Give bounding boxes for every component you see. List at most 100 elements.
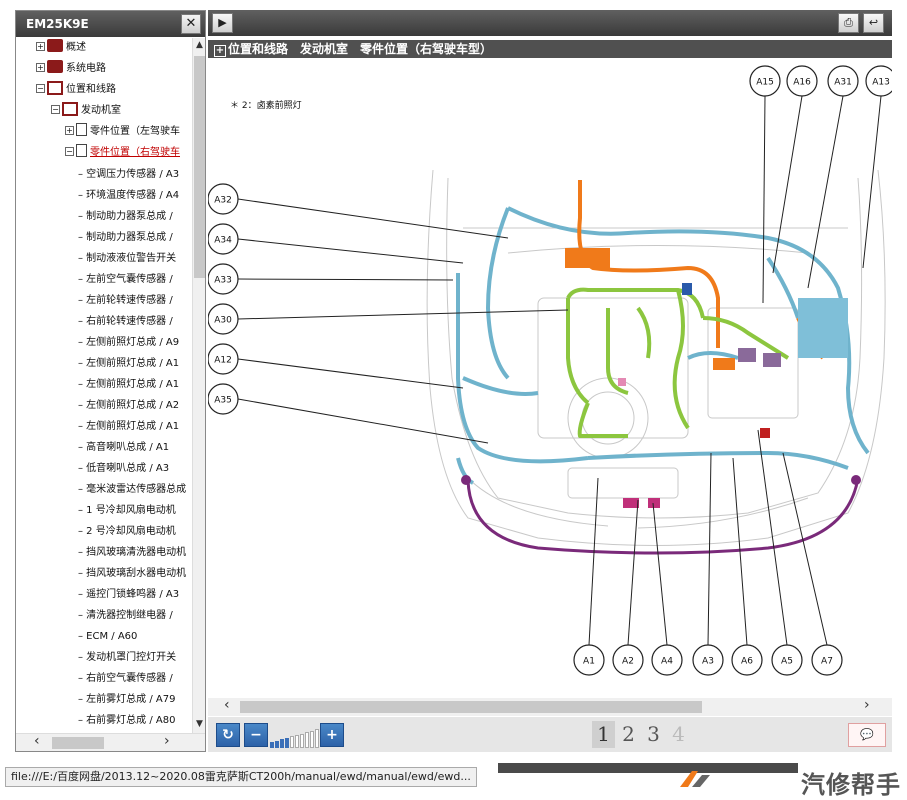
zoom-level-step[interactable]	[290, 736, 294, 748]
back-button[interactable]: ↩	[863, 13, 884, 33]
zoom-in-button[interactable]: +	[320, 723, 344, 747]
zoom-level-step[interactable]	[295, 735, 299, 748]
tree-leaf-item[interactable]: – 1 号冷却风扇电动机	[78, 500, 176, 521]
tree-leaf-item[interactable]: – 左前空气囊传感器 /	[78, 269, 173, 290]
tree-vertical-scrollbar[interactable]: ▲ ▼	[192, 38, 205, 735]
scroll-right-icon[interactable]: ›	[164, 733, 170, 749]
zoom-level-step[interactable]	[285, 737, 289, 748]
callout-label: A16	[793, 78, 811, 88]
zoom-out-button[interactable]: −	[244, 723, 268, 747]
page-button[interactable]: 1	[592, 721, 615, 748]
scroll-right-icon[interactable]: ›	[864, 697, 870, 713]
tree-leaf-item[interactable]: – 左前雾灯总成 / A79	[78, 689, 175, 710]
expand-icon[interactable]: +	[36, 63, 45, 72]
tree-leaf-item[interactable]: – 空调压力传感器 / A3	[78, 164, 179, 185]
status-url: file:///E:/百度网盘/2013.12~2020.08雷克萨斯CT200…	[5, 767, 477, 787]
tree-item-engine-room[interactable]: − 发动机室	[51, 101, 121, 121]
page-button[interactable]: 4	[667, 721, 690, 748]
open-book-icon	[47, 81, 63, 95]
play-button[interactable]: ▶	[212, 13, 233, 33]
diagram-horizontal-scrollbar[interactable]: ‹ ›	[208, 697, 892, 716]
tree-item-label: 发动机室	[81, 105, 121, 116]
tree-item-location-routing[interactable]: − 位置和线路	[36, 80, 116, 100]
return-icon: ↩	[868, 16, 879, 29]
tree-leaf-item[interactable]: – 左前轮转速传感器 /	[78, 290, 173, 311]
wiring-diagram[interactable]: ＊ 2：卤素前照灯 A15 A16 A31 A13 A32 A34 A33 A3…	[208, 58, 892, 698]
tree-item-parts-lhd[interactable]: + 零件位置（左驾驶车	[65, 122, 180, 142]
tree-item-label: 系统电路	[66, 63, 106, 74]
tree-leaf-item[interactable]: – 左侧前照灯总成 / A9	[78, 332, 179, 353]
tree-leaf-item[interactable]: – 左侧前照灯总成 / A1	[78, 374, 179, 395]
reset-zoom-button[interactable]: ↻	[216, 723, 240, 747]
tree-leaf-item[interactable]: – 环境温度传感器 / A4	[78, 185, 179, 206]
diagram-title-bar: + 位置和线路 发动机室 零件位置（右驾驶车型）	[208, 40, 892, 58]
zoom-level-step[interactable]	[310, 730, 314, 748]
tree-item-system-circuits[interactable]: + 系统电路	[36, 59, 106, 79]
tree-leaf-item[interactable]: – 制动助力器泵总成 /	[78, 227, 173, 248]
tree-leaf-item[interactable]: – 2 号冷却风扇电动机	[78, 521, 176, 542]
scroll-thumb[interactable]	[52, 737, 104, 749]
collapse-icon[interactable]: −	[51, 105, 60, 114]
leader-line	[237, 278, 454, 281]
tree-horizontal-scrollbar[interactable]: ‹ ›	[16, 733, 205, 751]
tree-leaf-item[interactable]: – 左侧前照灯总成 / A2	[78, 395, 179, 416]
close-button[interactable]: ✕	[181, 14, 201, 34]
tree-item-parts-rhd[interactable]: − 零件位置（右驾驶车	[65, 143, 180, 163]
watermark-logo-icon	[680, 771, 710, 787]
tree-leaf-item[interactable]: – 清洗器控制继电器 /	[78, 605, 173, 626]
tree-leaf-item[interactable]: – 左侧前照灯总成 / A1	[78, 416, 179, 437]
tree-leaf-item[interactable]: – 右前轮转速传感器 /	[78, 311, 173, 332]
scroll-left-icon[interactable]: ‹	[224, 697, 230, 713]
tree-leaf-item[interactable]: – 制动液液位警告开关	[78, 248, 176, 269]
tree-leaf-item[interactable]: – ECM / A60	[78, 626, 137, 647]
leader-line	[757, 429, 788, 646]
panel-title: EM25K9E	[26, 17, 89, 31]
expand-icon[interactable]: +	[65, 126, 74, 135]
tree-leaf-item[interactable]: – 毫米波雷达传感器总成	[78, 479, 186, 500]
bottom-toolbar: ↻ − + 1234 💬	[208, 717, 892, 752]
zoom-level-step[interactable]	[315, 729, 319, 748]
page-button[interactable]: 3	[642, 721, 665, 748]
tree-leaf-item[interactable]: – 低音喇叭总成 / A3	[78, 458, 169, 479]
scroll-up-icon[interactable]: ▲	[193, 40, 206, 54]
scroll-left-icon[interactable]: ‹	[34, 733, 40, 749]
scroll-thumb[interactable]	[240, 701, 702, 713]
expand-icon[interactable]: +	[36, 42, 45, 51]
collapse-icon[interactable]: −	[36, 84, 45, 93]
status-divider	[498, 763, 798, 773]
tree-leaf-item[interactable]: – 发动机罩门控灯开关	[78, 647, 176, 668]
tree-leaf-item[interactable]: – 制动助力器泵总成 /	[78, 206, 173, 227]
zoom-level-step[interactable]	[275, 740, 279, 748]
feedback-button[interactable]: 💬	[848, 723, 886, 747]
tree-leaf-item[interactable]: – 挡风玻璃刮水器电动机	[78, 563, 186, 584]
callout-label: A34	[214, 236, 232, 246]
tree-leaf-item[interactable]: – 右前空气囊传感器 /	[78, 668, 173, 689]
zoom-level-step[interactable]	[300, 733, 304, 748]
tree-leaf-item[interactable]: – 挡风玻璃清洗器电动机	[78, 542, 186, 563]
zoom-level-step[interactable]	[270, 742, 274, 748]
scroll-thumb[interactable]	[194, 56, 205, 278]
tree-item-overview[interactable]: + 概述	[36, 38, 86, 58]
refresh-icon: ↻	[222, 727, 234, 743]
callout-label: A15	[756, 78, 774, 88]
leader-line	[707, 452, 712, 646]
expand-icon[interactable]: +	[214, 45, 226, 57]
print-button[interactable]: ⎙	[838, 13, 859, 33]
play-icon: ▶	[218, 16, 227, 29]
tree-leaf-item[interactable]: – 遥控门锁蜂鸣器 / A3	[78, 584, 179, 605]
callout-label: A33	[214, 276, 232, 286]
zoom-level-step[interactable]	[305, 732, 309, 748]
tree-leaf-item[interactable]: – 右前雾灯总成 / A80	[78, 710, 175, 731]
leader-line	[782, 452, 828, 646]
callout-label: A6	[741, 657, 753, 667]
tree-leaf-item[interactable]: – 左侧前照灯总成 / A1	[78, 353, 179, 374]
zoom-level-step[interactable]	[280, 739, 284, 748]
leader-line	[237, 198, 509, 239]
leader-line	[627, 499, 639, 646]
collapse-icon[interactable]: −	[65, 147, 74, 156]
scroll-down-icon[interactable]: ▼	[193, 719, 206, 733]
tree-leaf-item[interactable]: – 高音喇叭总成 / A1	[78, 437, 169, 458]
fuse-box	[798, 298, 848, 358]
callout-label: A4	[661, 657, 673, 667]
page-button[interactable]: 2	[617, 721, 640, 748]
